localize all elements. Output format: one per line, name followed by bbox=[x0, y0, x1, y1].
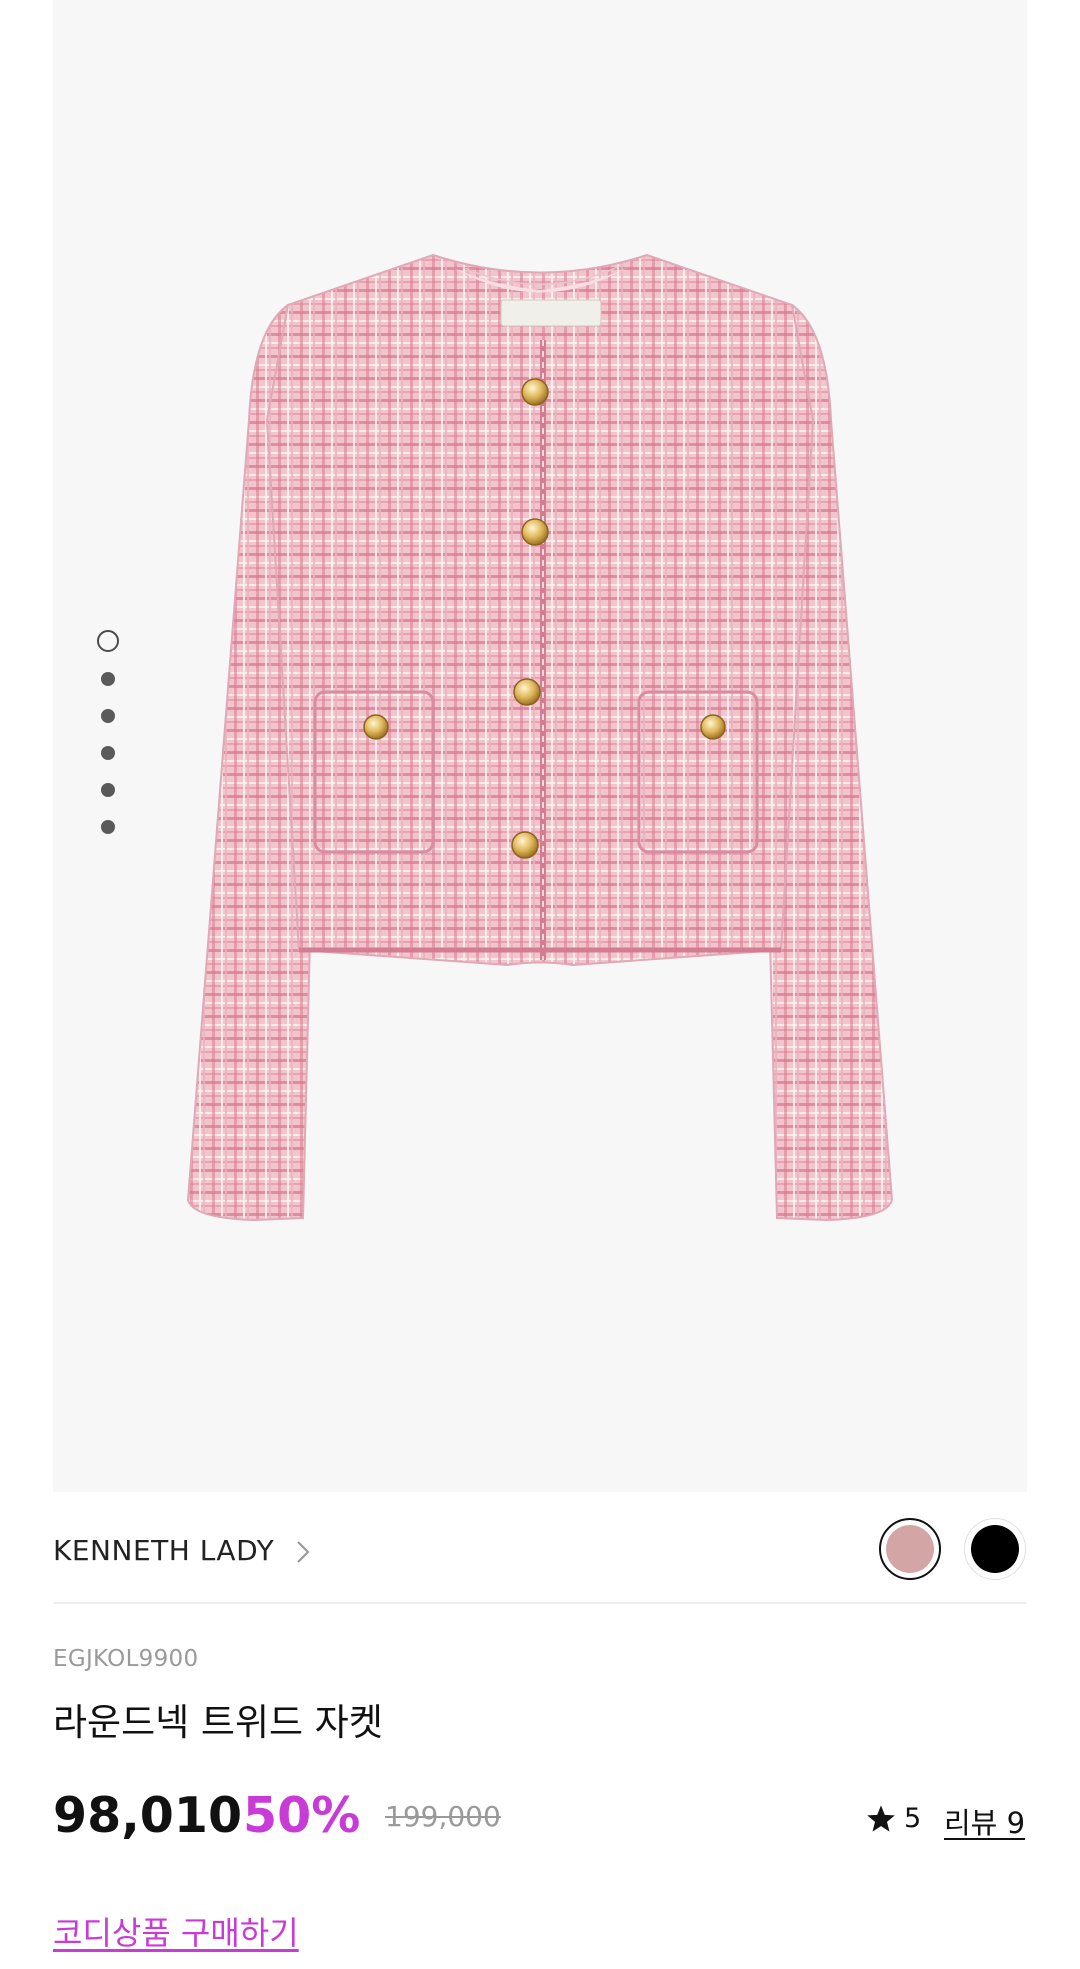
slide-dot[interactable] bbox=[101, 783, 115, 797]
rating: 5 bbox=[866, 1803, 921, 1834]
slide-dot[interactable] bbox=[101, 709, 115, 723]
star-icon bbox=[867, 1805, 895, 1832]
chevron-right-icon[interactable] bbox=[295, 1539, 311, 1565]
slide-dot[interactable] bbox=[101, 672, 115, 686]
coordi-purchase-link[interactable]: 코디상품 구매하기 bbox=[53, 1908, 299, 1954]
slide-dot-active[interactable] bbox=[97, 630, 119, 652]
original-price: 199,000 bbox=[385, 1800, 501, 1833]
discount-rate: 50% bbox=[243, 1787, 361, 1844]
color-swatch-pink[interactable] bbox=[879, 1518, 941, 1580]
brand-name-link[interactable]: KENNETH LADY bbox=[53, 1534, 274, 1567]
rating-value: 5 bbox=[904, 1803, 922, 1834]
slide-indicator bbox=[94, 630, 122, 857]
color-swatch-black[interactable] bbox=[964, 1518, 1026, 1580]
sale-price: 98,010 bbox=[53, 1787, 243, 1844]
product-image-gallery[interactable] bbox=[53, 0, 1027, 1492]
review-link[interactable]: 리뷰 9 bbox=[944, 1800, 1025, 1842]
brand-row: KENNETH LADY bbox=[53, 1512, 1027, 1604]
product-title: 라운드넥 트위드 자켓 bbox=[53, 1701, 383, 1744]
product-image bbox=[186, 253, 894, 1222]
product-code: EGJKOL9900 bbox=[53, 1646, 199, 1672]
slide-dot[interactable] bbox=[101, 820, 115, 834]
slide-dot[interactable] bbox=[101, 746, 115, 760]
